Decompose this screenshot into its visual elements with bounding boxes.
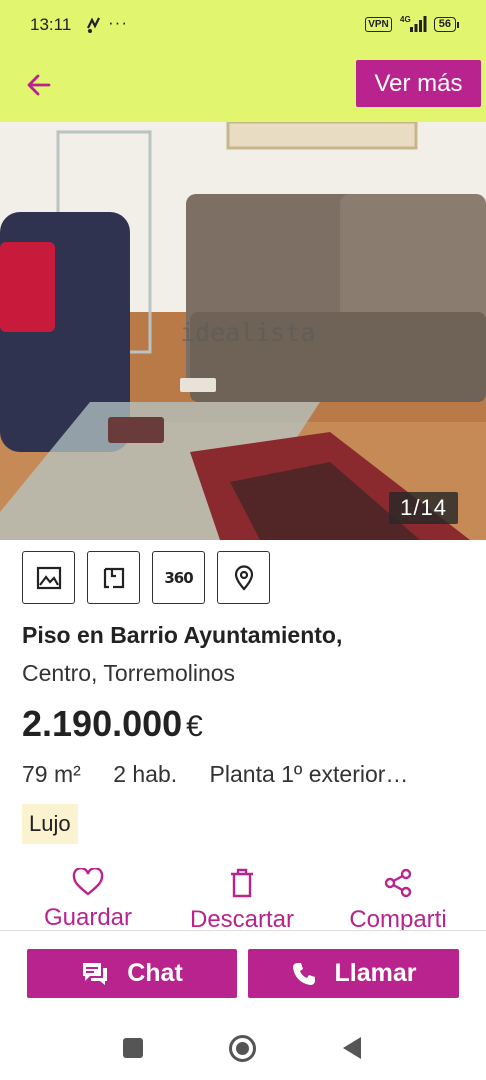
listing-title: Piso en Barrio Ayuntamiento, (22, 622, 343, 648)
network-type: 4G (400, 15, 411, 24)
share-label: Comparti (349, 906, 447, 930)
back-nav-icon[interactable] (343, 1037, 361, 1059)
phone-icon (292, 962, 315, 985)
status-bar: 13:11 ··· VPN 4G 56 (0, 0, 486, 52)
divider (0, 930, 486, 931)
share-button[interactable]: Comparti (323, 866, 473, 930)
status-time: 13:11 (30, 15, 72, 34)
property-photo[interactable]: idealista 1/14 (0, 122, 486, 540)
location-pin-icon (234, 564, 253, 591)
call-button[interactable]: Llamar (248, 949, 459, 998)
floorplan-button[interactable] (87, 551, 140, 604)
discard-label: Descartar (189, 906, 295, 930)
chat-label: Chat (127, 959, 183, 987)
photo-counter: 1/14 (389, 492, 458, 524)
media-buttons: 360 (22, 551, 270, 604)
app-bar: Ver más (0, 52, 486, 122)
recents-icon[interactable] (123, 1038, 143, 1058)
status-icons: VPN 4G 56 (365, 15, 460, 33)
listing-tag: Lujo (22, 804, 78, 844)
discard-button[interactable]: Descartar (167, 866, 317, 930)
floorplan-icon (103, 567, 124, 588)
notification-icon (87, 17, 100, 33)
price-value: 2.190.000 (22, 703, 183, 744)
system-nav-bar (0, 1014, 486, 1080)
feature-rooms: 2 hab. (113, 761, 178, 787)
map-button[interactable] (217, 551, 270, 604)
listing-features: 79 m² 2 hab. Planta 1º exterior… (22, 761, 462, 788)
back-arrow-icon[interactable] (24, 70, 54, 100)
listing-price: 2.190.000 € (22, 703, 203, 745)
home-icon[interactable] (229, 1035, 256, 1062)
tour-360-label: 360 (164, 568, 193, 587)
watermark: idealista (180, 318, 316, 347)
chat-icon (83, 962, 108, 985)
vpn-icon: VPN (365, 16, 392, 32)
signal-icon: 4G (400, 15, 427, 32)
save-label: Guardar (43, 904, 133, 930)
ver-mas-button[interactable]: Ver más (356, 60, 481, 107)
trash-icon (231, 868, 253, 898)
photos-button[interactable] (22, 551, 75, 604)
feature-area: 79 m² (22, 761, 81, 787)
feature-floor: Planta 1º exterior… (209, 761, 409, 787)
battery-icon: 56 (433, 16, 460, 32)
save-button[interactable]: Guardar (13, 866, 163, 930)
tour-360-button[interactable]: 360 (152, 551, 205, 604)
heart-icon (72, 868, 104, 896)
status-more-icon: ··· (108, 13, 128, 32)
price-currency: € (186, 710, 203, 743)
listing-actions: Guardar Descartar Comparti (0, 866, 486, 930)
listing-location: Centro, Torremolinos (22, 660, 236, 686)
call-label: Llamar (334, 959, 417, 987)
image-icon (36, 566, 61, 589)
share-icon (384, 868, 412, 898)
chat-button[interactable]: Chat (27, 949, 237, 998)
